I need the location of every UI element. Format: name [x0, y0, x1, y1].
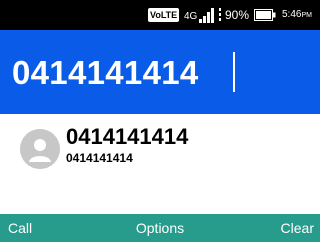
clear-softkey[interactable]: Clear: [281, 214, 314, 242]
number-entry-field[interactable]: 0414141414: [0, 30, 320, 114]
network-type-label: 4G: [184, 11, 198, 22]
contact-number: 0414141414: [66, 151, 133, 165]
clock: 5:46PM: [282, 8, 312, 23]
signal-activity-icon: [219, 8, 221, 21]
status-bar: VoLTE 4G 90% 5:46PM: [0, 0, 320, 30]
text-cursor: [233, 52, 235, 92]
battery-percent: 90%: [225, 8, 250, 22]
clock-time: 5:46: [282, 9, 302, 20]
contact-match-row[interactable]: 0414141414 0414141414: [0, 114, 320, 194]
signal-icon: [199, 8, 214, 23]
clock-suffix: PM: [301, 12, 312, 19]
default-avatar-icon: [20, 129, 60, 169]
volte-icon: VoLTE: [148, 8, 180, 22]
contact-name: 0414141414: [66, 124, 189, 149]
battery-icon: [254, 9, 276, 21]
dialed-number: 0414141414: [12, 54, 199, 91]
softkey-bar: Call Options Clear: [0, 214, 320, 242]
options-softkey[interactable]: Options: [0, 214, 320, 242]
